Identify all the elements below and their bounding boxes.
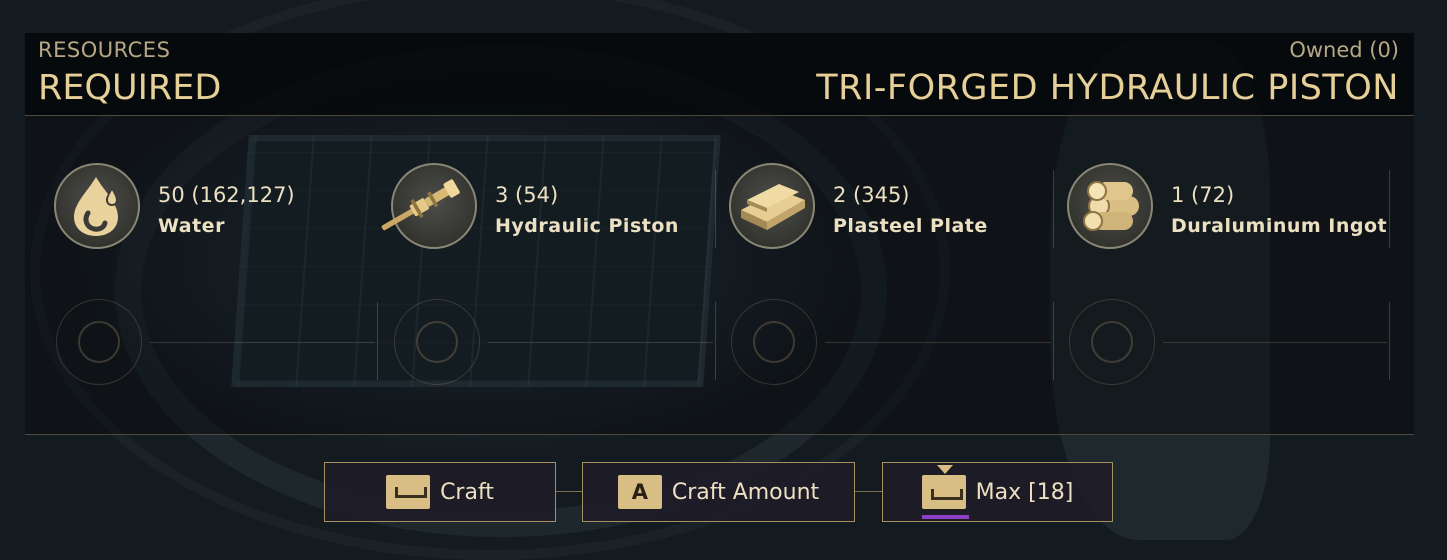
max-key-icon [921,465,966,509]
button-connector [556,491,582,492]
resource-quantity: 3 (54) [495,183,559,207]
slot-separator [1389,302,1390,380]
resource-quantity: 2 (345) [833,183,910,207]
section-label: RESOURCES [38,38,171,62]
section-title: REQUIRED [38,68,222,108]
empty-slot-icon [731,299,817,385]
duraluminum-ingot-icon [1083,181,1139,231]
slot-separator [1053,170,1054,248]
max-label: Max [18] [975,479,1074,505]
key-a-label: A [631,480,648,504]
resource-name: Hydraulic Piston [495,215,679,237]
empty-slot-icon [1069,299,1155,385]
slot-separator [715,302,716,380]
duraluminum-ingot-slot-circle [1067,163,1153,249]
hydraulic-piston-slot-circle [381,163,477,249]
empty-slot-line [825,342,1051,343]
resource-name: Duraluminum Ingot [1171,215,1388,237]
resource-quantity: 1 (72) [1171,183,1235,207]
craft-amount-label: Craft Amount [671,479,820,505]
craft-button[interactable]: Craft [324,462,556,522]
plasteel-plate-slot-circle [729,163,815,249]
resource-slot-plasteel-plate[interactable]: 2 (345) Plasteel Plate [729,163,1039,253]
empty-slot-line [150,342,375,343]
item-title: TRI-FORGED HYDRAULIC PISTON [816,68,1399,108]
hydraulic-piston-icon [381,179,460,231]
owned-count: Owned (0) [1289,38,1399,62]
slot-separator [1053,302,1054,380]
button-connector [855,491,882,492]
empty-slot-line [1163,342,1387,343]
resource-quantity: 50 (162,127) [158,183,295,207]
empty-slot-icon [56,299,142,385]
slot-separator [715,170,716,248]
resource-name: Plasteel Plate [833,215,988,237]
slot-separator [1389,170,1390,248]
empty-slot-icon [394,299,480,385]
panel-bottom-divider [25,434,1414,435]
slot-separator [377,302,378,380]
max-button[interactable]: Max [18] [882,462,1113,522]
spacebar-key-icon [386,475,431,509]
empty-slot-line [488,342,713,343]
resource-slot-hydraulic-piston[interactable]: 3 (54) Hydraulic Piston [381,163,701,253]
resource-name: Water [158,215,225,237]
down-arrow-icon [936,465,953,474]
water-drop-icon [74,177,118,236]
resource-slot-duraluminum-ingot[interactable]: 1 (72) Duraluminum Ingot [1067,163,1387,253]
plasteel-plate-icon [741,184,805,230]
selection-underline [922,515,969,519]
water-slot-circle [54,163,140,249]
craft-amount-button[interactable]: A Craft Amount [582,462,855,522]
key-a-icon: A [617,475,662,509]
craft-label: Craft [440,479,494,505]
resource-slot-water[interactable]: 50 (162,127) Water [54,163,364,253]
